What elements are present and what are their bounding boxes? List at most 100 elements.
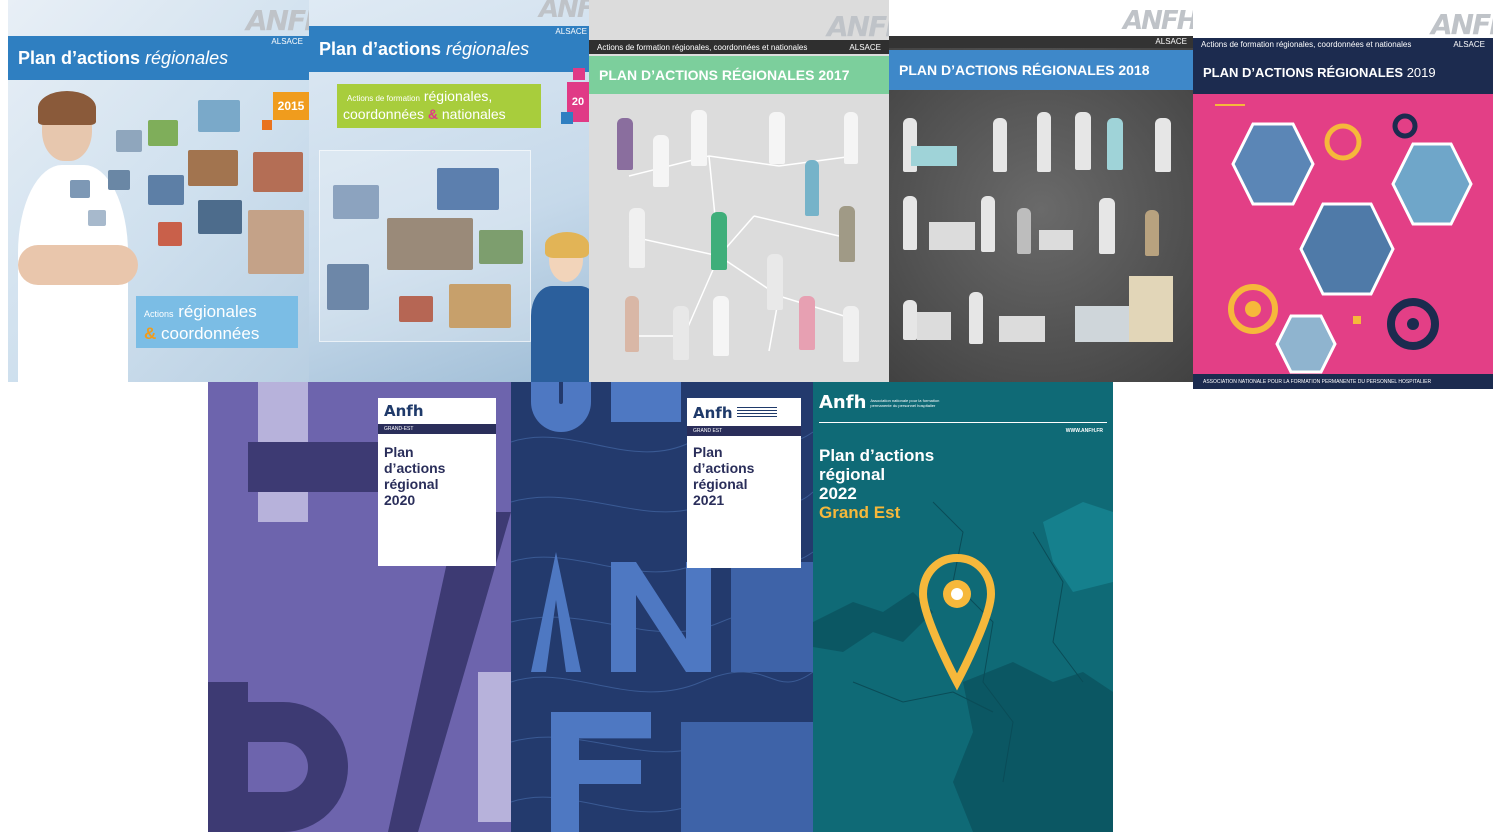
anfh-logo: ANFH bbox=[246, 4, 309, 37]
region-label: ALSACE bbox=[1155, 37, 1187, 46]
title-band: Plan d’actions régionales bbox=[8, 36, 309, 80]
title-line: Plan bbox=[384, 444, 414, 460]
person-figure bbox=[1017, 208, 1031, 254]
bed bbox=[911, 146, 957, 166]
title-line: régional bbox=[819, 465, 886, 484]
title-line: Grand Est bbox=[819, 503, 901, 522]
year-badge: 2015 bbox=[273, 92, 309, 120]
person-figure bbox=[653, 135, 669, 187]
photo-thumb bbox=[198, 100, 240, 132]
cover-2016[interactable]: ANFH Plan d’actions régionales ALSACE 20… bbox=[309, 0, 589, 382]
tagline-box: Actions régionales & coordonnées bbox=[136, 296, 298, 348]
cover-2019[interactable]: ANFH Actions de formation régionales, co… bbox=[1193, 0, 1493, 389]
cover-title-italic: régionales bbox=[145, 47, 229, 68]
photo-thumb bbox=[108, 170, 130, 190]
title-band: PLAN D’ACTIONS RÉGIONALES 2019 bbox=[1193, 50, 1493, 94]
person-figure bbox=[713, 296, 729, 356]
title-card: Anfh GRAND EST Plan d’actions régional 2… bbox=[687, 398, 801, 568]
title-line: Plan d’actions bbox=[819, 446, 935, 465]
cover-2015[interactable]: ANFH Plan d’actions régionales ALSACE 20… bbox=[8, 0, 309, 382]
cover-2017[interactable]: ANFH Actions de formation régionales, co… bbox=[589, 0, 889, 382]
title-line: d’actions bbox=[384, 460, 446, 476]
cabinet bbox=[1129, 276, 1173, 342]
person-figure bbox=[1037, 112, 1051, 172]
letter-shape bbox=[681, 722, 813, 832]
logo-subtitle bbox=[736, 407, 777, 419]
photo-thumb bbox=[253, 152, 303, 192]
top-strip: ALSACE bbox=[889, 36, 1193, 48]
person-figure bbox=[691, 110, 707, 166]
cover-2022[interactable]: Anfh Association nationale pour la forma… bbox=[813, 382, 1113, 832]
person-figure bbox=[903, 300, 917, 340]
website: WWW.ANFH.FR bbox=[1065, 428, 1103, 434]
title-line: d’actions bbox=[693, 460, 755, 476]
hexagon-collage bbox=[1215, 104, 1473, 374]
photo-thumb bbox=[437, 168, 499, 210]
anfh-logo: Anfh bbox=[693, 404, 733, 422]
tagline-line2: coordonnées bbox=[161, 324, 260, 343]
region-label: ALSACE bbox=[555, 27, 587, 36]
person-figure bbox=[1107, 118, 1123, 170]
cover-title-bold: Plan d’actions bbox=[319, 38, 442, 59]
region-label: GRAND-EST bbox=[384, 426, 414, 432]
person-figure bbox=[799, 296, 815, 350]
strip-text: Actions de formation régionales, coordon… bbox=[1201, 39, 1412, 49]
cover-year: 2019 bbox=[1406, 64, 1436, 80]
woman-figure bbox=[18, 91, 138, 382]
person-figure bbox=[1145, 210, 1159, 256]
title-line: régional bbox=[693, 476, 748, 492]
photo-thumb bbox=[327, 264, 369, 310]
anfh-logo: ANFH bbox=[1431, 8, 1493, 41]
header-rule bbox=[819, 422, 1107, 423]
person-figure bbox=[839, 206, 855, 262]
cover-title: PLAN D’ACTIONS RÉGIONALES 2018 bbox=[899, 62, 1150, 78]
person-figure bbox=[1155, 118, 1171, 172]
map-pin-icon bbox=[918, 553, 996, 691]
photo-thumb bbox=[248, 210, 304, 274]
cover-2021[interactable]: Anfh GRAND EST Plan d’actions régional 2… bbox=[511, 382, 813, 832]
logo-subtitle: Association nationale pour la formation … bbox=[870, 397, 940, 408]
person-figure bbox=[843, 306, 859, 362]
counter bbox=[1075, 306, 1135, 342]
photo-thumb bbox=[148, 175, 184, 205]
person-figure bbox=[625, 296, 639, 352]
person-figure bbox=[711, 212, 727, 270]
desk bbox=[917, 312, 951, 340]
photo-thumb bbox=[116, 130, 142, 152]
anfh-logo: ANFH bbox=[539, 0, 589, 24]
desk bbox=[1039, 230, 1073, 250]
cover-2018[interactable]: ANFH ALSACE PLAN D’ACTIONS RÉGIONALES 20… bbox=[889, 0, 1193, 382]
year-text: 2015 bbox=[277, 99, 305, 113]
title-line: régional bbox=[384, 476, 439, 492]
title-card: Anfh GRAND-EST Plan d’actions régional 2… bbox=[378, 398, 496, 566]
region-band: GRAND EST bbox=[687, 426, 801, 436]
tagline-amp: & bbox=[144, 324, 157, 343]
person-figure bbox=[969, 292, 983, 344]
header-white: Anfh Association nationale pour la forma… bbox=[813, 382, 1113, 438]
tagline-line1: régionales bbox=[178, 302, 257, 321]
title-band: PLAN D’ACTIONS RÉGIONALES 2018 bbox=[889, 50, 1193, 90]
photo-thumb bbox=[399, 296, 433, 322]
cover-2020[interactable]: Anfh GRAND-EST Plan d’actions régional 2… bbox=[208, 382, 511, 832]
gear-icon bbox=[1324, 123, 1362, 161]
person-figure bbox=[805, 160, 819, 216]
tagline-small: Actions de formation bbox=[347, 94, 420, 103]
cover-title: PLAN D’ACTIONS RÉGIONALES 2017 bbox=[599, 67, 850, 83]
pink-square bbox=[573, 68, 585, 80]
region-label: ALSACE bbox=[849, 42, 881, 52]
photo-thumb bbox=[449, 284, 511, 328]
photo-thumb bbox=[88, 210, 106, 226]
person-figure bbox=[629, 208, 645, 268]
footer-text: ASSOCIATION NATIONALE POUR LA FORMATION … bbox=[1203, 378, 1432, 385]
person-figure bbox=[844, 112, 858, 164]
letter-shape bbox=[611, 382, 681, 422]
desk bbox=[999, 316, 1045, 342]
person-figure bbox=[617, 118, 633, 170]
desk bbox=[929, 222, 975, 250]
photo-thumb bbox=[479, 230, 523, 264]
tagline-line2b: nationales bbox=[441, 106, 506, 122]
tagline-line2a: coordonnées bbox=[343, 106, 424, 122]
title-line: Plan bbox=[693, 444, 723, 460]
nurse-figure bbox=[531, 232, 589, 382]
tagline-amp: & bbox=[427, 106, 438, 122]
